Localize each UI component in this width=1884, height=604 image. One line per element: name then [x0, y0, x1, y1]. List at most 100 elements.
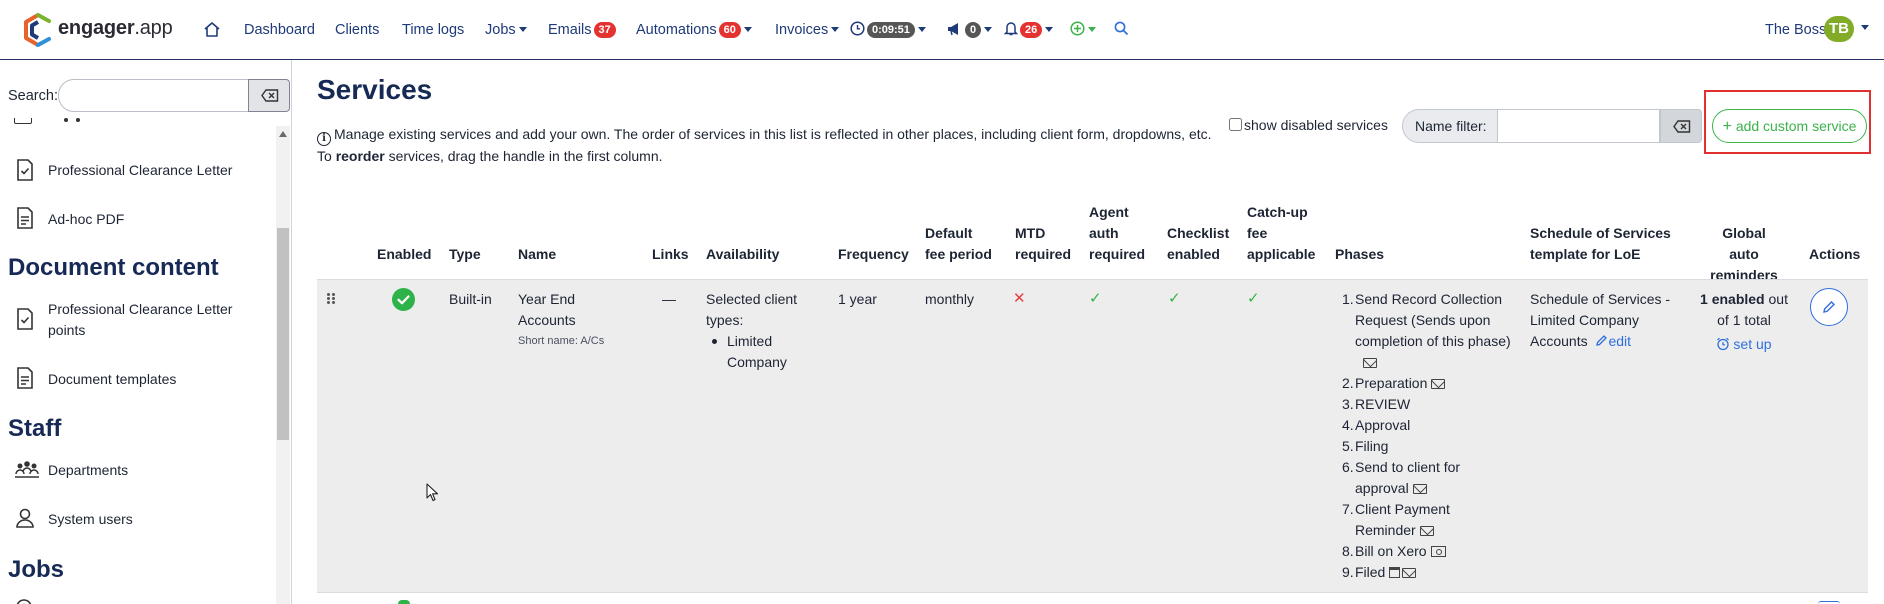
name-filter-clear-button[interactable] — [1660, 109, 1702, 143]
sidebar-search-clear-button[interactable] — [248, 79, 290, 112]
mail-icon — [1431, 379, 1446, 389]
chevron-down-icon — [518, 26, 527, 32]
th-catchup-line3: applicable — [1247, 246, 1316, 262]
cell-short-name: Short name: A/Cs — [518, 335, 605, 347]
th-enabled: Enabled — [377, 246, 432, 262]
show-disabled-services-toggle[interactable]: show disabled services — [1229, 117, 1388, 133]
page-title: Services — [317, 74, 433, 105]
th-availability: Availability — [706, 246, 780, 262]
th-mtd-line1: MTD — [1015, 225, 1046, 241]
th-schedule-line1: Schedule of Services — [1530, 225, 1671, 241]
chevron-down-icon — [743, 26, 752, 32]
name-filter-label: Name filter: — [1415, 118, 1487, 134]
schedule-edit-label: edit — [1608, 333, 1632, 349]
phase-text: REVIEW — [1355, 396, 1411, 412]
alarm-clock-icon — [1717, 337, 1730, 351]
nav-invoices[interactable]: Invoices — [775, 19, 840, 41]
phase-text: Bill on Xero — [1355, 543, 1427, 559]
pencil-icon — [1823, 301, 1835, 313]
nav-add-new[interactable] — [1070, 19, 1096, 41]
nav-notifications[interactable]: 26 — [1003, 19, 1054, 41]
th-catchup-fee-applicable: Catch-up fee applicable — [1247, 202, 1315, 265]
add-custom-service-button[interactable]: + add custom service — [1712, 109, 1867, 143]
nav-timer[interactable]: 0:09:51 — [850, 19, 926, 41]
reminders-setup-link[interactable]: set up — [1696, 334, 1792, 355]
sidebar-item-departments[interactable]: Departments — [48, 460, 128, 481]
checklist-check-icon: ✓ — [1168, 290, 1181, 307]
brand-name[interactable]: engager.app — [58, 17, 173, 40]
cell-name-line2: Accounts — [518, 312, 576, 328]
user-name[interactable]: The Boss — [1765, 19, 1826, 41]
partial-sidebar-item — [14, 118, 104, 126]
sidebar-section-document-content: Document content — [8, 254, 219, 281]
th-agent-line2: auth — [1089, 225, 1119, 241]
phase-text: Preparation — [1355, 375, 1428, 391]
money-icon — [1430, 546, 1446, 557]
avatar[interactable]: TB — [1824, 16, 1854, 42]
th-agent-auth-required: Agent auth required — [1089, 202, 1145, 265]
scroll-up-arrow-icon[interactable] — [279, 131, 287, 137]
cell-global-auto-reminders: 1 enabled out of 1 total set up — [1696, 289, 1792, 355]
search-icon[interactable] — [1114, 21, 1129, 36]
cell-phases: 1. Send Record Collection Request (Sends u… — [1342, 289, 1518, 583]
nav-jobs-label: Jobs — [485, 22, 516, 38]
timer-badge: 0:09:51 — [867, 22, 915, 39]
availability-item-line1: Limited — [727, 333, 773, 349]
th-agent-line1: Agent — [1089, 204, 1129, 220]
th-reminders-line1: Global auto — [1722, 225, 1766, 262]
enabled-check-icon[interactable] — [392, 288, 415, 311]
th-schedule-of-services: Schedule of Services template for LoE — [1530, 223, 1671, 265]
nav-time-logs[interactable]: Time logs — [402, 19, 464, 41]
nav-announcements[interactable]: 0 — [947, 19, 993, 41]
phase-item: 3. REVIEW — [1342, 394, 1518, 415]
cell-type: Built-in — [449, 291, 492, 307]
th-global-auto-reminders: Global auto reminders — [1707, 223, 1781, 286]
edit-service-button[interactable] — [1810, 288, 1848, 326]
nav-automations-label: Automations — [636, 22, 717, 38]
th-checklist-line1: Checklist — [1167, 225, 1230, 241]
nav-jobs[interactable]: Jobs — [485, 19, 527, 41]
plus-icon: + — [1722, 118, 1732, 135]
document-icon — [17, 207, 33, 229]
cell-availability: Selected client types: Limited Company — [706, 289, 797, 373]
th-actions: Actions — [1809, 246, 1861, 262]
th-phases: Phases — [1335, 246, 1385, 262]
nav-emails[interactable]: Emails 37 — [548, 19, 616, 41]
sidebar-item-system-users[interactable]: System users — [48, 509, 133, 530]
table-row-next[interactable] — [317, 592, 1868, 604]
phase-item: 5. Filing — [1342, 436, 1518, 457]
name-filter-input[interactable] — [1497, 109, 1660, 143]
cell-name: Year End Accounts Short name: A/Cs — [518, 289, 604, 352]
th-type: Type — [449, 246, 481, 262]
show-disabled-checkbox[interactable] — [1229, 118, 1242, 131]
mouse-cursor-icon — [426, 483, 439, 502]
home-icon[interactable] — [203, 21, 221, 37]
info-line-1-text: Manage existing services and add your ow… — [334, 126, 1212, 142]
nav-automations[interactable]: Automations 60 — [636, 19, 752, 41]
th-default-fee-period: Default fee period — [925, 223, 992, 265]
sidebar-item-document-templates[interactable]: Document templates — [48, 369, 176, 390]
sidebar-item-ad-hoc-pdf[interactable]: Ad-hoc PDF — [48, 209, 124, 230]
phase-text: completion of this phase) — [1355, 333, 1511, 349]
cell-default-fee-period: monthly — [925, 291, 975, 307]
cell-availability-line2: types: — [706, 312, 744, 328]
engager-logo-icon[interactable] — [22, 13, 54, 47]
sidebar-item-professional-clearance-letter[interactable]: Professional Clearance Letter — [48, 160, 232, 181]
th-checklist-enabled: Checklist enabled — [1167, 223, 1229, 265]
sidebar-section-staff: Staff — [8, 415, 62, 442]
drag-handle-icon[interactable] — [327, 293, 337, 305]
sidebar-search-input[interactable] — [58, 79, 249, 112]
sidebar-item-professional-clearance-letter-points[interactable]: Professional Clearance Letter points — [48, 299, 268, 341]
chevron-down-icon — [984, 26, 993, 32]
nav-dashboard[interactable]: Dashboard — [244, 19, 315, 41]
mtd-not-required-icon: ✕ — [1013, 290, 1026, 307]
nav-clients[interactable]: Clients — [335, 19, 379, 41]
chevron-down-icon[interactable] — [1861, 25, 1869, 30]
th-mtd-required: MTD required — [1015, 223, 1071, 265]
th-catchup-line1: Catch-up — [1247, 204, 1308, 220]
cell-availability-line1: Selected client — [706, 291, 798, 307]
schedule-edit-link[interactable]: edit — [1591, 333, 1631, 349]
info-line-2-pre: To — [317, 148, 336, 164]
phase-number: 4. — [1342, 417, 1354, 433]
sidebar-scrollbar-thumb[interactable] — [277, 228, 289, 440]
